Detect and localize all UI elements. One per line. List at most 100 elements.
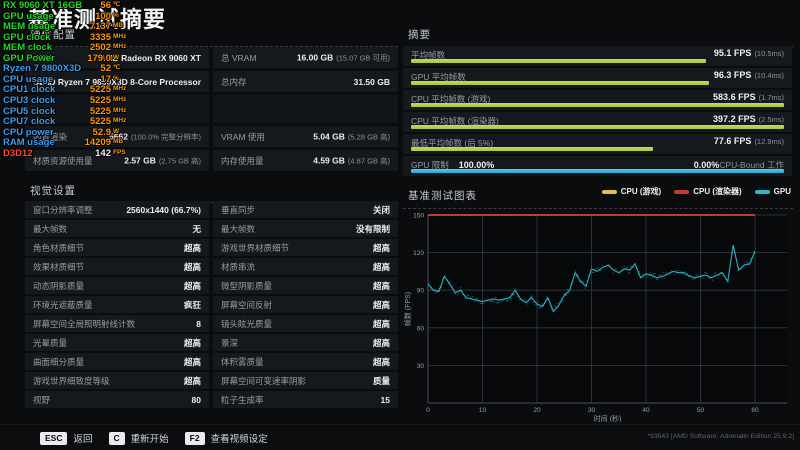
stat-row: CPU 平均帧数 (渲染器) 397.2 FPS (2.5ms) [403, 112, 792, 132]
osd-label: CPU usage [3, 73, 54, 85]
setting-label: 景深 [221, 337, 239, 348]
setting-cell: 景深 超高 [213, 334, 398, 351]
osd-label: MEM usage [3, 21, 56, 33]
osd-unit: MHz [113, 85, 127, 93]
hardware-cell: 总 VRAM 16.00 GB (15.07 GB 可用) [213, 47, 398, 68]
setting-cell: 环境光遮蔽质量 疯狂 [25, 296, 209, 313]
setting-value: 超高 [183, 356, 201, 367]
hardware-cell-note: (5.28 GB 高) [347, 132, 390, 141]
setting-label: 视野 [33, 394, 51, 405]
setting-cell: 游戏世界细致度等级 超高 [25, 372, 209, 389]
setting-label: 屏幕空间可变速率阴影 [221, 375, 307, 386]
svg-text:90: 90 [417, 288, 425, 295]
osd-label: CPU5 clock [3, 105, 56, 117]
osd-label: CPU1 clock [3, 84, 56, 96]
setting-row: 效果材质细节 超高 材质串流 超高 [25, 258, 398, 275]
setting-value: 超高 [372, 261, 390, 272]
legend-swatch [674, 189, 690, 194]
osd-value: 100 [95, 10, 111, 22]
svg-text:帧数 (FPS): 帧数 (FPS) [403, 292, 412, 326]
setting-value: 超高 [372, 280, 390, 291]
legend-item: CPU (渲染器) [674, 186, 742, 197]
stat-bar [411, 147, 654, 151]
setting-row: 游戏世界细致度等级 超高 屏幕空间可变速率阴影 质量 [25, 372, 398, 389]
osd-value: 142 [95, 147, 111, 159]
osd-value: 179.0 [87, 52, 111, 64]
legend-label: CPU (渲染器) [693, 187, 742, 196]
setting-label: 窗口分辨率调整 [33, 204, 93, 215]
osd-label: GPU usage [3, 10, 54, 22]
summary-header: 摘要 [403, 27, 793, 47]
osd-unit: W [113, 53, 120, 61]
setting-label: 曲面细分质量 [33, 356, 85, 367]
stat-frametime: (2.5ms) [758, 115, 784, 124]
hardware-cell-value: 16.00 GB (15.07 GB 可用) [296, 52, 390, 62]
hardware-cell: VRAM 使用 5.04 GB (5.28 GB 高) [213, 126, 398, 147]
setting-value: 无 [192, 223, 201, 234]
benchmark-results-screen: 基准测试摘要 硬件配置 GPU AMD Radeon RX 9060 XT 总 VR… [0, 0, 800, 450]
osd-value: 14209 [84, 137, 111, 149]
setting-label: 效果材质细节 [33, 261, 85, 272]
hardware-cell: 总内存 31.50 GB [213, 71, 398, 92]
legend-label: CPU (游戏) [620, 187, 662, 196]
setting-label: 光晕质量 [33, 337, 68, 348]
setting-value: 超高 [183, 261, 201, 272]
setting-row: 动态阴影质量 超高 微型阴影质量 超高 [25, 277, 398, 294]
osd-unit: % [113, 11, 119, 19]
svg-text:60: 60 [417, 325, 425, 332]
setting-cell: 垂直同步 关闭 [213, 201, 398, 218]
osd-value: 5225 [89, 105, 111, 117]
setting-label: 垂直同步 [221, 204, 256, 215]
osd-unit: MHz [113, 106, 127, 114]
hardware-cell-label: 内存使用量 [221, 155, 264, 166]
svg-text:30: 30 [417, 363, 425, 370]
hardware-cell-note: (2.75 GB 高) [158, 156, 201, 165]
svg-text:50: 50 [697, 407, 705, 414]
chart-title: 基准测试图表 [408, 190, 477, 202]
setting-cell: 体积雾质量 超高 [213, 353, 398, 370]
setting-value: 超高 [372, 242, 390, 253]
setting-label: 动态阴影质量 [33, 280, 85, 291]
setting-label: 体积雾质量 [221, 356, 264, 367]
key-hint-f2[interactable]: F2 查看视频设定 [184, 431, 268, 445]
stat-row: 平均帧数 95.1 FPS (10.5ms) [403, 46, 792, 66]
legend-item: GPU [754, 187, 791, 196]
setting-cell: 屏幕空间可变速率阴影 质量 [213, 372, 398, 389]
osd-label: MEM clock [3, 42, 53, 54]
setting-value: 2560x1440 (66.7%) [126, 204, 201, 215]
setting-label: 游戏世界材质细节 [221, 242, 290, 253]
setting-label: 角色材质细节 [33, 242, 85, 253]
osd-value: 52 [100, 63, 111, 75]
setting-row: 最大帧数 无 最大帧数 没有限制 [25, 220, 398, 237]
stat-frametime: (1.7ms) [758, 93, 784, 102]
osd-unit: ℃ [113, 64, 121, 72]
setting-row: 视野 80 粒子生成率 15 [25, 391, 398, 408]
setting-cell: 角色材质细节 超高 [25, 239, 209, 256]
setting-value: 疯狂 [183, 299, 201, 310]
key-hint-c[interactable]: C 重新开始 [108, 431, 169, 445]
setting-label: 最大帧数 [33, 223, 68, 234]
osd-unit: MHz [113, 32, 127, 40]
osd-unit: MHz [113, 117, 127, 125]
key-hint-esc[interactable]: ESC 返回 [40, 431, 93, 445]
setting-value: 超高 [372, 356, 390, 367]
setting-cell: 屏幕空间反射 超高 [213, 296, 398, 313]
keycap-esc: ESC [40, 431, 68, 445]
hardware-cell-value: 4.59 GB (4.87 GB 高) [313, 155, 390, 165]
stat-value: 95.1 FPS (10.5ms) [713, 48, 784, 58]
hardware-cell-label: 总 VRAM [221, 52, 257, 63]
svg-text:60: 60 [751, 407, 759, 414]
setting-value: 超高 [183, 242, 201, 253]
setting-label: 镜头眩光质量 [221, 318, 273, 329]
stat-value: 96.3 FPS (10.4ms) [713, 70, 784, 80]
osd-label: CPU power [3, 126, 54, 138]
setting-label: 最大帧数 [221, 223, 256, 234]
svg-text:20: 20 [533, 407, 541, 414]
stat-value: 397.2 FPS (2.5ms) [713, 114, 784, 124]
chart-legend: CPU (游戏) CPU (渲染器) GPU [601, 186, 791, 197]
osd-label: CPU7 clock [3, 116, 56, 128]
osd-value: 5225 [89, 84, 111, 96]
driver-watermark: *93543 [AMD Software: Adrenalin Edition … [647, 433, 794, 440]
setting-cell: 镜头眩光质量 超高 [213, 315, 398, 332]
hardware-cell-value: 31.50 GB [353, 76, 390, 87]
